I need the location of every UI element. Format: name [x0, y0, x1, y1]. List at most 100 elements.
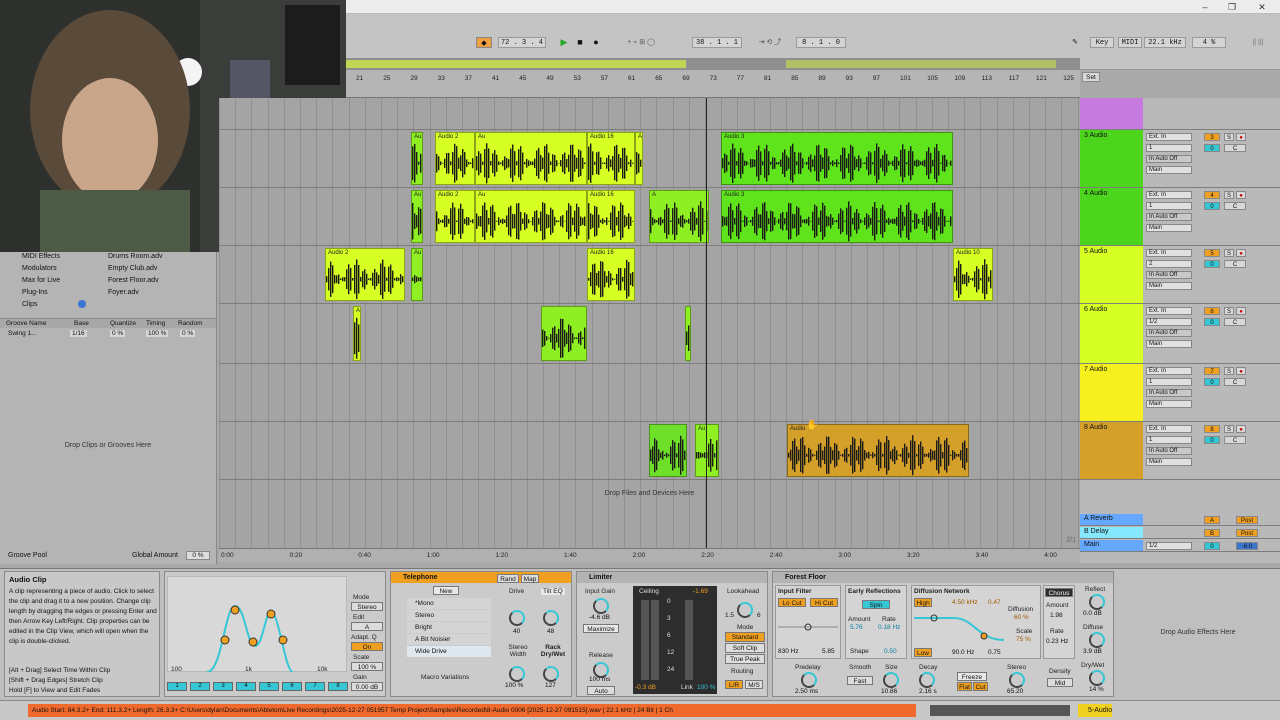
status-track-name[interactable]: 5-Audio: [1078, 704, 1113, 717]
browser-file[interactable]: Forest Floor.adv: [108, 277, 159, 284]
audio-clip[interactable]: Audio 16: [587, 132, 635, 185]
solo-button[interactable]: S: [1224, 249, 1234, 257]
track-name[interactable]: 3 Audio: [1080, 130, 1143, 187]
track-lane[interactable]: Au Audio 2 Au Audio 16 A Audio 3: [219, 188, 1080, 246]
audio-clip[interactable]: A: [353, 306, 361, 361]
arrangement-view[interactable]: Au Audio 2 Au Audio 16 A Audio 3 Au Audio 2 Au Au…: [219, 98, 1080, 548]
eq-mode-select[interactable]: Stereo: [351, 602, 383, 611]
return-track-name[interactable]: Main: [1080, 540, 1143, 551]
output-select[interactable]: Main: [1146, 224, 1192, 232]
output-select[interactable]: Main: [1146, 400, 1192, 408]
audio-clip[interactable]: A: [649, 190, 709, 243]
solo-button[interactable]: S: [1224, 307, 1234, 315]
play-button[interactable]: ▶: [558, 37, 570, 48]
reflect-knob[interactable]: [1089, 594, 1105, 610]
output-select[interactable]: Main: [1146, 458, 1192, 466]
input-channel-select[interactable]: 1: [1146, 202, 1192, 210]
drive-knob[interactable]: [509, 610, 525, 626]
preset-item[interactable]: A Bit Noisier: [407, 634, 491, 645]
input-gain-knob[interactable]: [593, 598, 609, 614]
return-track-name[interactable]: A Reverb: [1080, 514, 1143, 525]
audio-clip[interactable]: [649, 424, 687, 477]
preset-item[interactable]: *Mono: [407, 598, 491, 609]
audio-clip[interactable]: Au: [411, 248, 423, 301]
input-channel-select[interactable]: 2: [1146, 260, 1192, 268]
midi-button[interactable]: MIDI: [1118, 37, 1142, 48]
arm-button[interactable]: ●: [1236, 307, 1246, 315]
smooth-select[interactable]: Fast: [847, 676, 873, 685]
groove-cell[interactable]: Swing 1...: [6, 330, 39, 337]
arm-button[interactable]: ●: [1236, 249, 1246, 257]
audio-clip[interactable]: Audio 2: [435, 132, 475, 185]
track-activator[interactable]: 6: [1204, 307, 1220, 315]
audio-clip[interactable]: Au: [475, 190, 587, 243]
browser-category[interactable]: Modulators: [22, 265, 57, 272]
restore-button[interactable]: ❐: [1225, 1, 1239, 13]
diffusion-value[interactable]: 60 %: [1014, 614, 1029, 621]
spin-toggle[interactable]: Spin: [862, 600, 890, 609]
density-select[interactable]: Mid: [1047, 678, 1073, 687]
groove-cell[interactable]: 0 %: [110, 330, 126, 337]
size-knob[interactable]: [883, 672, 899, 688]
track-name[interactable]: 7 Audio: [1080, 364, 1143, 421]
track-name[interactable]: 6 Audio: [1080, 304, 1143, 363]
preset-item[interactable]: Wide Drive: [407, 646, 491, 657]
high-value[interactable]: 0.47: [988, 599, 1001, 606]
hi-cut-toggle[interactable]: Hi Cut: [810, 598, 838, 607]
track-header[interactable]: 8 Audio Ext. In 1 In Auto Off Main 8 S ● 0 C: [1080, 422, 1280, 480]
high-freq-value[interactable]: 4.50 kHz: [952, 599, 978, 606]
eq-gain-field[interactable]: 0.00 dB: [351, 682, 383, 691]
cue-button[interactable]: C: [1224, 318, 1246, 326]
low-freq-value[interactable]: 90.0 Hz: [952, 649, 974, 656]
eq-band-toggle[interactable]: 5: [259, 682, 279, 691]
pan-field[interactable]: 0: [1204, 144, 1220, 152]
track-lane[interactable]: [219, 98, 1080, 130]
preset-item[interactable]: Bright: [407, 622, 491, 633]
link-value[interactable]: 100 %: [697, 684, 715, 691]
browser-file[interactable]: Empty Club.adv: [108, 265, 157, 272]
drywet-knob[interactable]: [1089, 670, 1105, 686]
audio-clip[interactable]: Audio 2: [325, 248, 405, 301]
input-type-select[interactable]: Ext. In: [1146, 307, 1192, 315]
solo-button[interactable]: S: [1224, 367, 1234, 375]
view-toggle-icons[interactable]: || |||: [1246, 37, 1270, 48]
loop-length-field[interactable]: 8 . 1 . 0: [796, 37, 846, 48]
monitor-switch[interactable]: In Auto Off: [1146, 155, 1192, 163]
ceiling-value[interactable]: -0.3 dB: [635, 684, 656, 691]
predelay-knob[interactable]: [801, 672, 817, 688]
audio-clip[interactable]: Audio 2: [435, 190, 475, 243]
solo-button[interactable]: S: [1224, 425, 1234, 433]
routing-lr[interactable]: L/R: [725, 680, 743, 689]
key-button[interactable]: Key: [1090, 37, 1114, 48]
track-lane[interactable]: A: [219, 304, 1080, 364]
eq-band-toggle[interactable]: 7: [305, 682, 325, 691]
browser-category[interactable]: Clips: [22, 301, 38, 308]
eq-band-toggle[interactable]: 1: [167, 682, 187, 691]
scale-value[interactable]: 75 %: [1016, 636, 1031, 643]
maximize-button[interactable]: Maximize: [583, 624, 619, 633]
browser-category[interactable]: Max for Live: [22, 277, 60, 284]
input-type-select[interactable]: Ext. In: [1146, 249, 1192, 257]
audio-clip[interactable]: [685, 306, 691, 361]
telephone-title[interactable]: Telephone: [391, 572, 571, 583]
limiter-mode-button[interactable]: True Peak: [725, 654, 765, 664]
record-button[interactable]: ●: [590, 37, 602, 48]
audio-clip[interactable]: Audio: [787, 424, 969, 477]
return-track-header[interactable]: Main 0 -6.0 1/2: [1080, 540, 1280, 552]
input-channel-select[interactable]: 1/2: [1146, 318, 1192, 326]
tempo-field[interactable]: 72 . 3 . 4: [498, 37, 546, 48]
routing-ms[interactable]: M/S: [745, 680, 763, 689]
eq-edit-select[interactable]: A: [351, 622, 383, 631]
input-type-select[interactable]: Ext. In: [1146, 133, 1192, 141]
input-type-select[interactable]: Ext. In: [1146, 425, 1192, 433]
high-toggle[interactable]: High: [914, 598, 932, 607]
follow-button[interactable]: ◆: [476, 37, 492, 48]
monitor-switch[interactable]: In Auto Off: [1146, 329, 1192, 337]
return-activator[interactable]: B: [1204, 529, 1220, 537]
chorus-toggle[interactable]: Chorus: [1045, 588, 1073, 597]
track-lane[interactable]: Au Audio 2 Au Audio 16 A Audio 3: [219, 130, 1080, 188]
freeze-button[interactable]: Freeze: [957, 672, 987, 681]
output-select[interactable]: Main: [1146, 340, 1192, 348]
diffusion-curve[interactable]: [914, 610, 1004, 646]
stereo-knob[interactable]: [1009, 672, 1025, 688]
